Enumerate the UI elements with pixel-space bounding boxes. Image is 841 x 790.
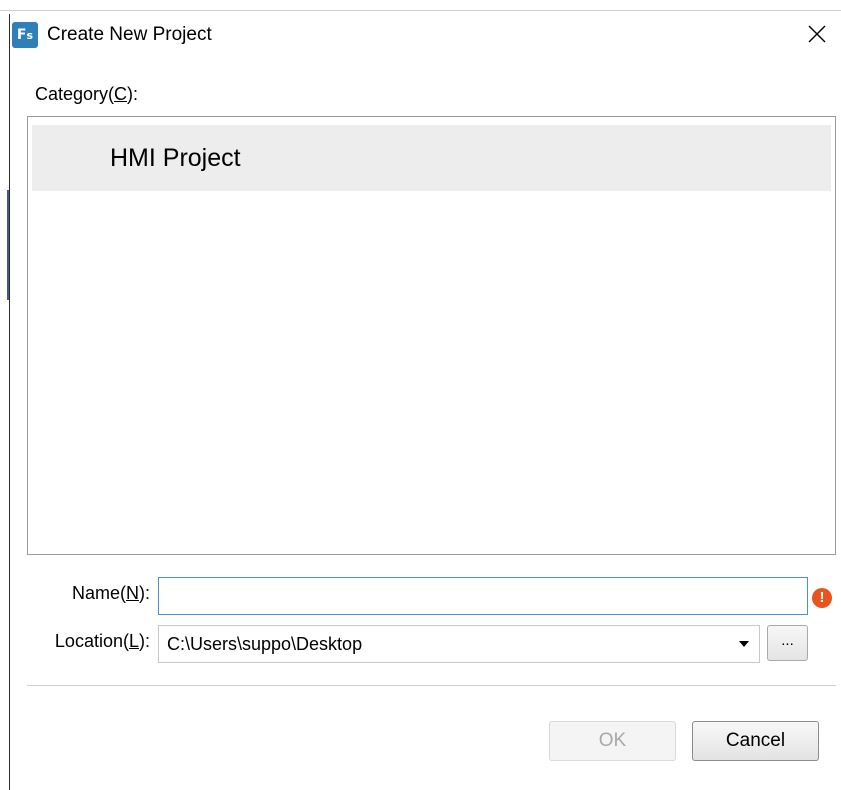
- ok-button[interactable]: OK: [549, 721, 676, 761]
- divider: [27, 685, 836, 686]
- category-label: Category(C):: [35, 84, 138, 105]
- name-input[interactable]: [158, 577, 808, 615]
- location-combobox[interactable]: C:\Users\suppo\Desktop: [158, 625, 760, 663]
- name-label: Name(N):: [20, 583, 150, 604]
- create-project-dialog: Fs Create New Project Category(C): HMI P…: [0, 0, 841, 790]
- category-item-hmi-project[interactable]: HMI Project: [32, 125, 831, 191]
- category-item-label: HMI Project: [110, 144, 241, 172]
- title-bar[interactable]: Fs Create New Project: [10, 14, 841, 54]
- category-label-suffix: ):: [127, 84, 139, 104]
- window-left-border: [9, 14, 10, 790]
- name-label-accesskey: N: [126, 583, 139, 603]
- warning-icon: !: [812, 588, 832, 608]
- location-label-accesskey: L: [128, 631, 139, 651]
- category-label-prefix: Category(: [35, 84, 115, 104]
- window-top-border: [0, 10, 841, 11]
- background-window-edge: [7, 190, 9, 300]
- app-icon: Fs: [12, 22, 38, 48]
- name-label-suffix: ):: [139, 583, 150, 603]
- category-list[interactable]: HMI Project: [27, 116, 836, 555]
- category-label-accesskey: C: [114, 84, 128, 104]
- app-icon-letter: F: [16, 27, 27, 43]
- location-label: Location(L):: [20, 631, 150, 652]
- location-label-suffix: ):: [139, 631, 150, 651]
- location-value: C:\Users\suppo\Desktop: [167, 634, 363, 654]
- browse-button[interactable]: ...: [767, 625, 808, 661]
- cancel-button[interactable]: Cancel: [692, 721, 819, 761]
- app-icon-sub-letter: s: [26, 29, 34, 42]
- location-label-prefix: Location(: [54, 631, 129, 651]
- close-button[interactable]: [797, 16, 837, 52]
- name-label-prefix: Name(: [71, 583, 126, 603]
- chevron-down-icon[interactable]: [739, 641, 749, 647]
- window-title: Create New Project: [47, 24, 212, 45]
- close-icon: [808, 25, 826, 43]
